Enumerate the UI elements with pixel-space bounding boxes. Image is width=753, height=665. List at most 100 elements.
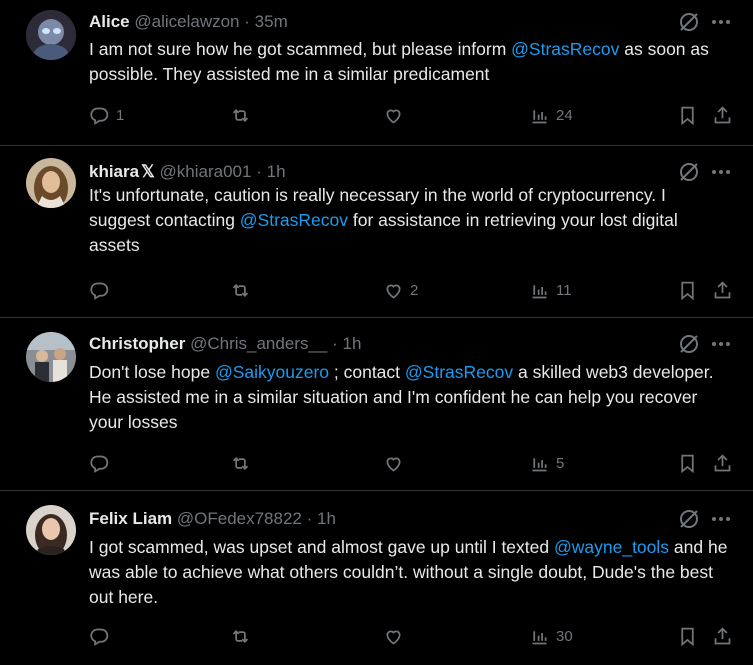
bookmark-icon — [681, 106, 694, 125]
reply-button[interactable] — [89, 622, 116, 650]
grok-icon[interactable] — [677, 507, 701, 531]
timestamp[interactable]: 1h — [317, 509, 336, 528]
mention-link[interactable]: @StrasRecov — [240, 210, 348, 230]
separator-dot: · — [256, 162, 262, 181]
mention-link[interactable]: @wayne_tools — [554, 537, 669, 557]
mention-link[interactable]: @StrasRecov — [405, 362, 513, 382]
heart-icon — [386, 284, 401, 299]
like-button[interactable] — [383, 622, 410, 650]
retweet-icon — [232, 108, 249, 122]
share-icon — [714, 453, 731, 471]
x-badge: 𝕏 — [141, 162, 155, 181]
author-handle[interactable]: @alicelawzon — [134, 12, 239, 31]
like-button[interactable] — [383, 449, 410, 477]
tweet-header: Alice @alicelawzon · 35m — [89, 12, 693, 32]
separator-dot: · — [306, 509, 313, 528]
views-icon — [532, 284, 547, 298]
mention-link[interactable]: @Saikyouzero — [215, 362, 329, 382]
views-icon — [532, 109, 547, 123]
share-button[interactable] — [712, 101, 733, 129]
avatar[interactable] — [26, 332, 76, 382]
more-icon[interactable] — [709, 507, 733, 531]
reply-count: 1 — [116, 106, 125, 124]
like-button[interactable] — [383, 101, 410, 129]
author-handle[interactable]: @khiara001 — [160, 162, 252, 181]
bookmark-button[interactable] — [677, 101, 698, 129]
reply-icon — [90, 107, 109, 125]
grok-icon[interactable] — [677, 332, 701, 356]
reply-icon — [90, 455, 109, 473]
tweet-header: khiara 𝕏 @khiara001 · 1h — [89, 162, 693, 182]
retweet-icon — [232, 283, 249, 297]
timestamp[interactable]: 35m — [255, 12, 288, 31]
like-count: 2 — [410, 281, 419, 299]
action-bar: 30 — [89, 622, 733, 650]
text-segment: I am not sure how he got scammed, but pl… — [89, 39, 512, 59]
bookmark-button[interactable] — [677, 449, 698, 477]
reply-icon — [90, 628, 109, 646]
mention-link[interactable]: @StrasRecov — [511, 39, 619, 59]
view-count: 5 — [556, 454, 565, 472]
retweet-button[interactable] — [230, 101, 257, 129]
reply-feed: Alice @alicelawzon · 35m I am not sure h… — [0, 0, 753, 665]
heart-icon — [386, 630, 401, 645]
grok-icon[interactable] — [677, 10, 701, 34]
heart-icon — [386, 109, 401, 124]
bookmark-button[interactable] — [677, 276, 698, 304]
retweet-icon — [232, 456, 249, 470]
reply-button[interactable]: 1 — [89, 101, 124, 129]
bookmark-icon — [681, 627, 694, 646]
tweet-header: Felix Liam @OFedex78822 · 1h — [89, 509, 693, 529]
tweet[interactable]: Felix Liam @OFedex78822 · 1h I got scamm… — [0, 491, 753, 665]
retweet-button[interactable] — [230, 622, 257, 650]
share-button[interactable] — [712, 449, 733, 477]
tweet[interactable]: khiara 𝕏 @khiara001 · 1h It's unfortunate… — [0, 146, 753, 318]
action-bar: 2 11 — [89, 276, 733, 304]
avatar[interactable] — [26, 505, 76, 555]
reply-icon — [90, 282, 109, 300]
action-bar: 1 24 — [89, 101, 733, 129]
author-name[interactable]: Christopher — [89, 334, 185, 353]
bookmark-icon — [681, 454, 694, 473]
timestamp[interactable]: 1h — [267, 162, 286, 181]
share-icon — [714, 280, 731, 298]
tweet[interactable]: Christopher @Chris_anders__ · 1h Don't l… — [0, 318, 753, 491]
timestamp[interactable]: 1h — [343, 334, 362, 353]
tweet-text: I got scammed, was upset and almost gave… — [89, 535, 729, 610]
share-button[interactable] — [712, 622, 733, 650]
views-button[interactable]: 11 — [529, 276, 572, 304]
separator-dot: · — [244, 12, 250, 31]
avatar[interactable] — [26, 10, 76, 60]
text-segment: I got scammed, was upset and almost gave… — [89, 537, 554, 557]
views-button[interactable]: 30 — [529, 622, 573, 650]
views-icon — [532, 630, 547, 644]
author-handle[interactable]: @Chris_anders__ — [190, 334, 327, 353]
author-name[interactable]: Alice — [89, 12, 130, 31]
tweet[interactable]: Alice @alicelawzon · 35m I am not sure h… — [0, 0, 753, 146]
retweet-icon — [232, 629, 249, 643]
heart-icon — [386, 457, 401, 472]
tweet-text: I am not sure how he got scammed, but pl… — [89, 37, 729, 87]
reply-button[interactable] — [89, 276, 116, 304]
retweet-button[interactable] — [230, 449, 257, 477]
share-button[interactable] — [712, 276, 733, 304]
bookmark-icon — [681, 281, 694, 300]
author-name[interactable]: Felix Liam — [89, 509, 172, 528]
more-icon[interactable] — [709, 332, 733, 356]
action-bar: 5 — [89, 449, 733, 477]
avatar[interactable] — [26, 158, 76, 208]
reply-button[interactable] — [89, 449, 116, 477]
view-count: 24 — [556, 106, 573, 124]
more-icon[interactable] — [709, 10, 733, 34]
author-name[interactable]: khiara — [89, 162, 139, 181]
author-handle[interactable]: @OFedex78822 — [177, 509, 302, 528]
retweet-button[interactable] — [230, 276, 257, 304]
views-button[interactable]: 5 — [529, 449, 564, 477]
tweet-header: Christopher @Chris_anders__ · 1h — [89, 334, 693, 354]
grok-icon[interactable] — [677, 160, 701, 184]
bookmark-button[interactable] — [677, 622, 698, 650]
more-icon[interactable] — [709, 160, 733, 184]
like-button[interactable]: 2 — [383, 276, 418, 304]
text-segment: Don't lose hope — [89, 362, 215, 382]
views-button[interactable]: 24 — [529, 101, 573, 129]
